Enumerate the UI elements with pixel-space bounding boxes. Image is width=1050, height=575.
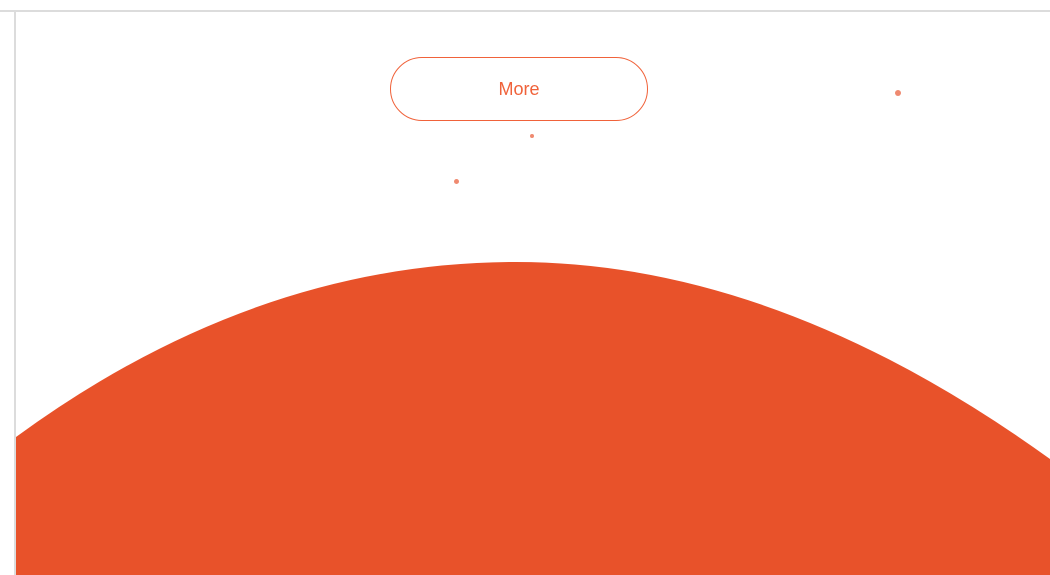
hero-section: More <box>16 12 1050 575</box>
star-dot <box>530 134 534 138</box>
frame-top-border <box>0 0 1050 12</box>
frame-left-border <box>0 12 16 575</box>
more-button[interactable]: More <box>390 57 648 121</box>
page: More <box>0 0 1050 575</box>
star-dot <box>454 179 459 184</box>
star-dot <box>895 90 901 96</box>
planet-arc <box>16 262 1050 575</box>
